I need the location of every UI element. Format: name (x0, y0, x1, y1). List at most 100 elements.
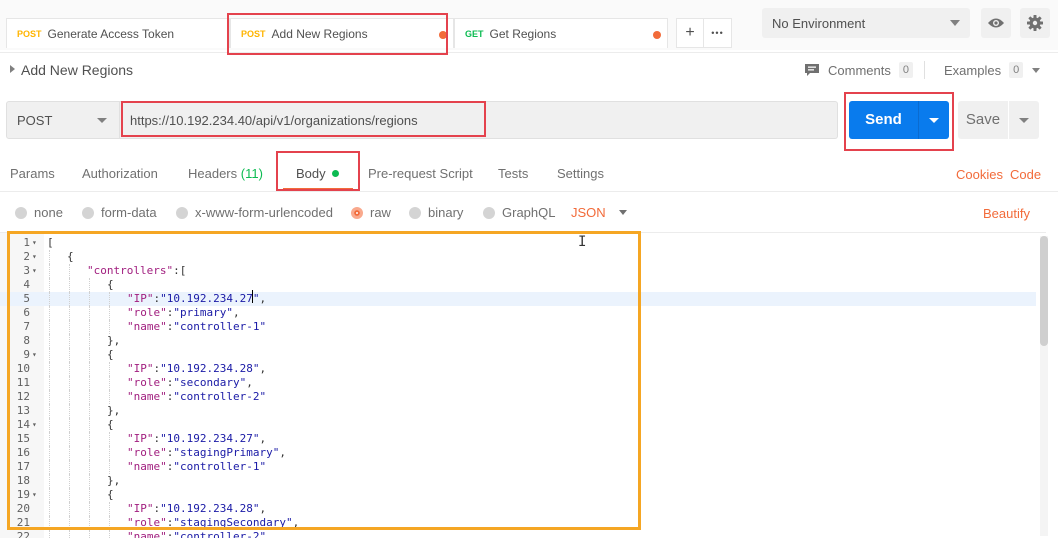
radio-form-data[interactable]: form-data (82, 205, 157, 220)
scrollbar-thumb[interactable] (1040, 236, 1048, 346)
examples-button[interactable]: Examples 0 (944, 62, 1041, 78)
indent-guide (89, 376, 90, 390)
indent-guide (109, 376, 110, 390)
code-line[interactable]: 20 "IP":"10.192.234.28", (0, 502, 1036, 516)
tab-headers-label: Headers (188, 166, 238, 181)
fold-toggle-icon[interactable]: ▾ (32, 264, 37, 278)
code-line[interactable]: 3 ▾ "controllers":[ (0, 264, 1036, 278)
code-line[interactable]: 16 "role":"stagingPrimary", (0, 446, 1036, 460)
code-line[interactable]: 19 ▾ { (0, 488, 1036, 502)
indent-guide (49, 516, 50, 530)
tab-params[interactable]: Params (10, 166, 55, 181)
indent-guide (69, 348, 70, 362)
code-line[interactable]: 8}, (0, 334, 1036, 348)
code-line[interactable]: 10 "IP":"10.192.234.28", (0, 362, 1036, 376)
save-button[interactable]: Save (958, 101, 1008, 139)
send-button[interactable]: Send (849, 101, 949, 139)
tab-tests[interactable]: Tests (498, 166, 528, 181)
beautify-link[interactable]: Beautify (983, 206, 1030, 221)
editor-scrollbar[interactable] (1040, 236, 1048, 536)
line-number: 8 (23, 334, 30, 347)
code-line[interactable]: 12 "name":"controller-2" (0, 390, 1036, 404)
code-text: "role":"stagingPrimary", (127, 446, 286, 460)
new-tab-button[interactable]: + (676, 18, 704, 48)
indent-guide (89, 404, 90, 418)
format-select[interactable]: JSON (571, 205, 627, 220)
tab-generate-access-token[interactable]: POST Generate Access Token (6, 18, 230, 48)
indent-guide (49, 502, 50, 516)
json-string: "primary" (173, 306, 233, 319)
text-cursor-icon: I (578, 234, 587, 250)
tab-label: Generate Access Token (47, 26, 175, 41)
code-line[interactable]: 1 ▾ [ (0, 236, 1036, 250)
chevron-down-icon (618, 210, 627, 215)
code-line[interactable]: 13}, (0, 404, 1036, 418)
code-text: "controllers":[ (87, 264, 186, 278)
fold-toggle-icon[interactable]: ▾ (32, 488, 37, 502)
tab-headers[interactable]: Headers (11) (188, 166, 263, 181)
code-link[interactable]: Code (1010, 167, 1041, 182)
tab-body[interactable]: Body (296, 166, 339, 181)
body-type-options: none form-data x-www-form-urlencoded raw… (0, 196, 1058, 228)
url-input[interactable]: https://10.192.234.40/api/v1/organizatio… (120, 101, 838, 139)
comments-button[interactable]: Comments 0 (804, 62, 913, 78)
save-options-button[interactable] (1009, 101, 1039, 139)
cookies-link[interactable]: Cookies (956, 167, 1003, 182)
code-line[interactable]: 22 "name":"controller-2" (0, 530, 1036, 538)
code-line[interactable]: 2 ▾ { (0, 250, 1036, 264)
fold-toggle-icon[interactable]: ▾ (32, 418, 37, 432)
settings-button[interactable] (1020, 8, 1050, 38)
radio-urlencoded[interactable]: x-www-form-urlencoded (176, 205, 333, 220)
radio-raw[interactable]: raw (351, 205, 391, 220)
more-tabs-button[interactable]: ••• (704, 18, 732, 48)
fold-toggle-icon[interactable]: ▾ (32, 250, 37, 264)
caret-right-icon[interactable] (10, 65, 15, 73)
fold-toggle-icon[interactable]: ▾ (32, 236, 37, 250)
code-line[interactable]: 21 "role":"stagingSecondary", (0, 516, 1036, 530)
radio-graphql[interactable]: GraphQL (483, 205, 555, 220)
code-line[interactable]: 9 ▾ { (0, 348, 1036, 362)
body-code-editor[interactable]: 1 ▾[2 ▾{3 ▾ "controllers":[4{5 "IP":"10.192.2… (0, 232, 1046, 538)
json-string: "secondary" (173, 376, 247, 389)
json-punct: , (259, 292, 267, 305)
code-line[interactable]: 6 "role":"primary", (0, 306, 1036, 320)
code-text: "IP":"10.192.234.28", (127, 362, 266, 376)
code-line[interactable]: 15 "IP":"10.192.234.27", (0, 432, 1036, 446)
indent-guide (109, 516, 110, 530)
code-line[interactable]: 17 "name":"controller-1" (0, 460, 1036, 474)
tab-settings[interactable]: Settings (557, 166, 604, 181)
json-string: "controller-1" (173, 320, 267, 333)
chevron-down-icon (1019, 118, 1029, 123)
code-line[interactable]: 7 "name":"controller-1" (0, 320, 1036, 334)
status-dot-icon (331, 170, 339, 177)
json-key: "controllers" (87, 264, 174, 277)
tab-prerequest-script[interactable]: Pre-request Script (368, 166, 473, 181)
json-key: "IP" (127, 432, 154, 445)
code-text: "name":"controller-1" (127, 460, 266, 474)
request-sub-tabs: Params Authorization Headers (11) Body P… (0, 152, 1058, 192)
json-key: "name" (127, 320, 167, 333)
tab-authorization[interactable]: Authorization (82, 166, 158, 181)
environment-quick-look-button[interactable] (981, 8, 1011, 38)
code-line[interactable]: 11 "role":"secondary", (0, 376, 1036, 390)
radio-binary[interactable]: binary (409, 205, 463, 220)
tab-get-regions[interactable]: GET Get Regions (454, 18, 668, 48)
json-string: "controller-1" (173, 460, 267, 473)
code-line[interactable]: 14 ▾ { (0, 418, 1036, 432)
code-line[interactable]: 18}, (0, 474, 1036, 488)
indent-guide (69, 488, 70, 502)
indent-guide (49, 404, 50, 418)
code-line[interactable]: 5 "IP":"10.192.234.27", (0, 292, 1036, 306)
indent-guide (49, 334, 50, 348)
request-name[interactable]: Add New Regions (21, 62, 133, 78)
line-number: 21 (16, 516, 30, 529)
environment-select[interactable]: No Environment (762, 8, 970, 38)
line-number: 13 (16, 404, 30, 417)
code-line[interactable]: 4{ (0, 278, 1036, 292)
radio-none[interactable]: none (15, 205, 63, 220)
indent-guide (49, 390, 50, 404)
fold-toggle-icon[interactable]: ▾ (32, 348, 37, 362)
method-select[interactable]: POST (6, 101, 120, 139)
chevron-down-icon[interactable] (929, 118, 939, 123)
tab-add-new-regions[interactable]: POST Add New Regions (230, 18, 454, 48)
